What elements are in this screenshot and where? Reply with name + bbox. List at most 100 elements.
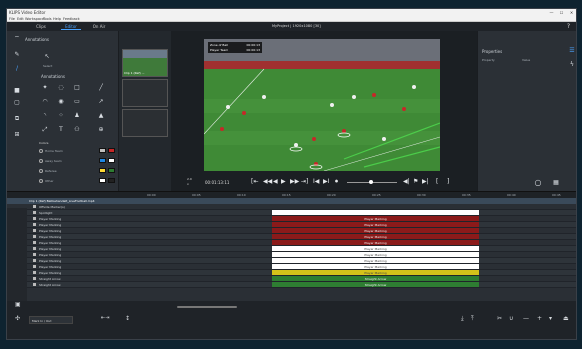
color-option-radio[interactable] — [39, 179, 43, 183]
circle-icon[interactable]: ◌ — [57, 84, 65, 92]
visibility-icon[interactable] — [33, 229, 36, 232]
color-swatch[interactable] — [99, 148, 106, 153]
play-button[interactable]: ▶ — [281, 178, 286, 185]
zoom-out-icon[interactable]: — — [523, 315, 529, 322]
visibility-icon[interactable] — [33, 241, 36, 244]
clip-thumbnail[interactable] — [122, 79, 168, 107]
download-icon[interactable]: ⤓ — [461, 315, 464, 323]
volume-slider[interactable] — [347, 180, 397, 184]
magnet-icon[interactable]: ∪ — [509, 315, 513, 322]
timeline-clip-block[interactable]: Player Marking — [272, 222, 479, 227]
timeline-clip-block[interactable]: Player Marking — [272, 252, 479, 257]
visibility-icon[interactable] — [33, 259, 36, 262]
timeline-clip-block[interactable]: Player Marking — [272, 228, 479, 233]
menu-feedback[interactable]: Feedback — [63, 17, 80, 21]
dropdown-icon[interactable]: ▾ — [549, 315, 552, 322]
frame-icon[interactable]: ▢ — [13, 99, 21, 107]
timeline-clip-block[interactable]: Straight Arrow — [272, 282, 479, 287]
visibility-icon[interactable] — [33, 235, 36, 238]
video-frame[interactable]: Zone of Ball 00:00:13 Player Team 00:00:… — [204, 39, 440, 171]
upload-icon[interactable]: ⤒ — [471, 315, 474, 323]
timeline-row[interactable]: Straight Arrow Straight Arrow — [7, 282, 576, 288]
color-swatch[interactable] — [108, 158, 115, 163]
close-button[interactable]: ✕ — [567, 9, 576, 16]
visibility-icon[interactable] — [33, 211, 36, 214]
calendar-icon[interactable]: ▦ — [552, 179, 560, 187]
line-icon[interactable]: ╱ — [97, 84, 105, 92]
color-swatch[interactable] — [108, 148, 115, 153]
timeline-clip-block[interactable]: Player Marking — [272, 234, 479, 239]
wifi-icon[interactable]: ⌔ — [13, 35, 21, 43]
menu-edit[interactable]: Edit — [17, 17, 24, 21]
color-option-radio[interactable] — [39, 169, 43, 173]
playback-speed[interactable]: 2.0 — [187, 177, 192, 181]
color-option-referee[interactable]: Referee — [45, 169, 57, 173]
timeline-clip-block[interactable]: Player Marking — [272, 246, 479, 251]
dots-icon[interactable]: ⁘ — [57, 112, 65, 120]
zoom-in-icon[interactable]: + — [537, 315, 542, 322]
mark-in-button[interactable]: [ — [436, 178, 438, 185]
visibility-icon[interactable] — [33, 283, 36, 286]
visibility-icon[interactable] — [33, 247, 36, 250]
color-option-radio[interactable] — [39, 159, 43, 163]
timeline-clip-block[interactable] — [272, 210, 479, 215]
mark-prev-button[interactable]: ◀| — [403, 178, 410, 185]
color-option-other[interactable]: Other — [45, 179, 54, 183]
timeline-clip-block[interactable]: Player Marking — [272, 270, 479, 275]
volume-slider-handle[interactable] — [369, 180, 373, 184]
visibility-icon[interactable] — [33, 223, 36, 226]
tab-on-air[interactable]: On Air — [89, 23, 109, 30]
timeline-scrollbar[interactable] — [177, 306, 237, 308]
zone-icon[interactable]: ▭ — [73, 98, 81, 106]
next-frame-button[interactable]: ▶I — [323, 178, 329, 185]
eject-icon[interactable]: ⏏ — [563, 315, 569, 322]
color-option-away[interactable]: Away team — [45, 159, 62, 163]
curve-icon[interactable]: ◝ — [41, 112, 49, 120]
color-swatch[interactable] — [108, 178, 115, 183]
timeline-clip-block[interactable]: Player Marking — [272, 264, 479, 269]
color-option-radio[interactable] — [39, 149, 43, 153]
record-button[interactable]: ⏺ — [335, 178, 338, 186]
wand-icon[interactable]: ϟ — [568, 61, 576, 69]
maximize-button[interactable]: ☐ — [557, 9, 566, 16]
visibility-icon[interactable] — [33, 265, 36, 268]
tab-clips[interactable]: Clips — [31, 23, 51, 30]
timeline-clip-block[interactable]: Straight Arrow — [272, 276, 479, 281]
menu-workspace[interactable]: Workspace — [25, 17, 44, 21]
clip-thumbnail[interactable] — [122, 109, 168, 137]
go-to-end-button[interactable]: ⇥] — [301, 178, 308, 185]
text-icon[interactable]: T — [57, 126, 65, 134]
timeline-clip-block[interactable]: Player Marking — [272, 216, 479, 221]
select-tool-icon[interactable]: ↖ — [43, 53, 51, 61]
menu-help[interactable]: Help — [53, 17, 61, 21]
prev-frame-button[interactable]: I◀ — [313, 178, 319, 185]
cut-icon[interactable]: ✂ — [497, 315, 502, 322]
color-swatch[interactable] — [108, 168, 115, 173]
minimize-button[interactable]: — — [547, 9, 556, 16]
fast-forward-button[interactable]: ▶▶ — [290, 178, 299, 185]
visibility-icon[interactable] — [33, 271, 36, 274]
layers-icon[interactable]: ⧉ — [13, 115, 21, 123]
trim-icon[interactable]: ⇤⇥ — [101, 315, 109, 321]
visibility-icon[interactable] — [33, 277, 36, 280]
visibility-icon[interactable] — [33, 253, 36, 256]
timeline-clip-block[interactable]: Player Marking — [272, 240, 479, 245]
player-marker-icon[interactable]: ◉ — [57, 98, 65, 106]
cursor-tool-icon[interactable]: / — [13, 65, 21, 73]
rectangle-icon[interactable]: □ — [73, 84, 81, 92]
spotlight-icon[interactable]: ✦ — [41, 84, 49, 92]
pen-icon[interactable]: ✎ — [13, 51, 21, 59]
help-icon[interactable]: ? — [567, 23, 570, 30]
compare-icon[interactable]: ⊞ — [13, 131, 21, 139]
settings-icon[interactable]: ☰ — [568, 47, 576, 55]
color-swatch[interactable] — [99, 158, 106, 163]
mark-out-button[interactable]: ] — [447, 178, 449, 185]
camera-icon[interactable]: ■ — [13, 87, 21, 95]
visibility-icon[interactable] — [33, 217, 36, 220]
color-swatch[interactable] — [99, 178, 106, 183]
arc-icon[interactable]: ◠ — [41, 98, 49, 106]
person-icon[interactable]: ♟ — [73, 112, 81, 120]
mark-mode-dropdown[interactable]: Mark In / Out — [29, 316, 73, 324]
mark-next-button[interactable]: ▶| — [422, 178, 429, 185]
tools-icon[interactable]: ✣ — [15, 315, 20, 322]
